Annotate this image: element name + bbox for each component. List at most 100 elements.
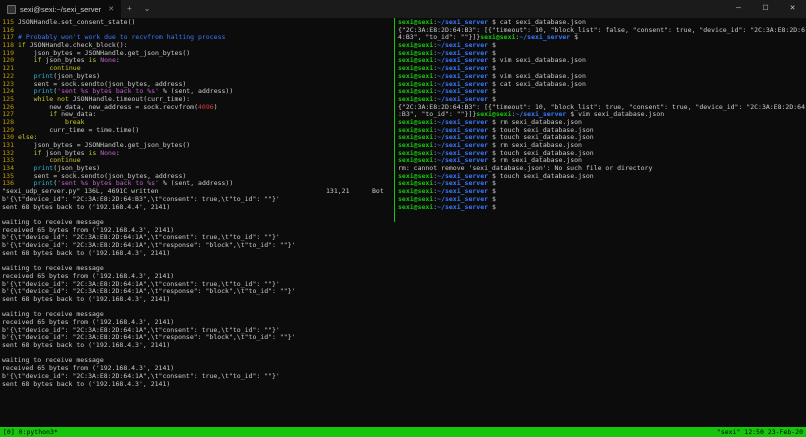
vim-pane[interactable]: 115 JSONHandle.set_consent_state() 116 117 #… (2, 19, 392, 197)
vim-code-line: 118 if JSONHandle.check_block(): (2, 42, 392, 50)
text-segment: JSONHandle.check_block(): (29, 42, 128, 50)
tmux-clock: "sexi" 12:50 23-Feb-20 (716, 428, 803, 436)
text-segment: ~/sexi_server (437, 57, 489, 65)
text-segment: sexi@sexi (398, 57, 434, 65)
text-segment: $ (488, 57, 500, 65)
shell-line: sexi@sexi:~/sexi_server $ (398, 96, 805, 104)
vim-code-line: 126 new_data, new_address = sock.recvfro… (2, 104, 392, 112)
shell-line: sexi@sexi:~/sexi_server $ touch sexi_dat… (398, 150, 805, 158)
text-segment: (json_bytes) (53, 165, 101, 173)
line-number: 131 (2, 142, 14, 149)
shell-line: {"2C:3A:E8:2D:64:B3": [{"timeout": 10, "… (398, 27, 805, 35)
text-segment: sexi@sexi (398, 118, 434, 126)
text-segment: sexi@sexi (398, 88, 434, 96)
line-number: 128 (2, 118, 14, 126)
line-number: 135 (2, 172, 14, 180)
shell-line: sexi@sexi:~/sexi_server $ cat sexi_datab… (398, 81, 805, 89)
text-segment: print (33, 180, 54, 188)
text-segment: ~/sexi_server (437, 149, 489, 157)
text-segment: json_bytes = JSONHandle.get_json_bytes() (18, 49, 191, 57)
text-segment: touch sexi_database.json (499, 134, 594, 142)
text-segment: if (18, 42, 30, 50)
text-segment: json_bytes (45, 149, 89, 157)
text-segment: $ (488, 157, 500, 165)
server-output-line: waiting to receive message (2, 311, 104, 319)
server-output-line: received 65 bytes from ('192.168.4.3', 2… (2, 319, 175, 326)
shell-line: sexi@sexi:~/sexi_server $ (398, 50, 805, 58)
server-output-line: sent 68 bytes back to ('192.168.4.3', 21… (2, 342, 171, 350)
text-segment: if (33, 149, 46, 157)
server-output-line: waiting to receive message (2, 265, 104, 273)
text-segment: print (33, 88, 54, 96)
vim-scroll-indicator: Bot (372, 188, 384, 196)
text-segment: if (33, 57, 46, 65)
line-number: 119 (2, 49, 14, 57)
new-tab-button[interactable]: + (121, 0, 138, 18)
text-segment: ~/sexi_server (437, 65, 489, 73)
text-segment (18, 73, 34, 80)
text-segment: sexi@sexi (398, 172, 434, 180)
text-segment: 4:B3", "to_id": ""}]} (398, 34, 481, 42)
text-segment: sexi@sexi (476, 111, 512, 119)
text-segment: ) (213, 103, 218, 111)
text-segment: ~/sexi_server (437, 80, 489, 88)
server-output-line (2, 211, 802, 219)
terminal-tab[interactable]: sexi@sexi:~/sexi_server ✕ (0, 0, 122, 18)
text-segment: json_bytes = JSONHandle.get_json_bytes() (18, 142, 191, 149)
text-segment (18, 165, 34, 172)
tab-close-icon[interactable]: ✕ (108, 5, 114, 13)
text-segment (18, 119, 65, 126)
text-segment: sexi@sexi (398, 126, 434, 134)
text-segment: is (88, 57, 101, 65)
text-segment: $ (570, 34, 582, 42)
server-output-line: sent 68 bytes back to ('192.168.4.4', 21… (2, 203, 171, 211)
server-output-line: b'{\t"device_id": "2C:3A:E8:2D:64:1A",\t… (2, 234, 280, 242)
shell-line: sexi@sexi:~/sexi_server $ rm sexi_databa… (398, 142, 805, 150)
shell-line: sexi@sexi:~/sexi_server $ rm sexi_databa… (398, 119, 805, 127)
text-segment: JSONHandle.timeout(curr_time): (72, 95, 191, 103)
server-output-pane[interactable]: b'{\t"device_id": "2C:3A:E8:2D:64:B3",\t… (2, 196, 802, 424)
line-number: 129 (2, 126, 14, 134)
text-segment: sexi@sexi (398, 149, 434, 157)
vim-code-line: 128 break (2, 119, 392, 127)
server-output-line: b'{\t"device_id": "2C:3A:E8:2D:64:1A",\t… (2, 280, 280, 288)
server-output-line: waiting to receive message (2, 219, 104, 227)
maximize-button[interactable]: ☐ (752, 0, 779, 18)
server-output-line (2, 258, 802, 266)
text-segment: vim sexi_database.json (578, 111, 665, 119)
tmux-session-window-list[interactable]: [0] 0:python3* (3, 427, 58, 437)
tab-title: sexi@sexi:~/sexi_server (20, 4, 102, 14)
tab-dropdown-icon[interactable]: ⌄ (138, 0, 157, 18)
text-segment: ~/sexi_server (437, 95, 489, 103)
shell-line: sexi@sexi:~/sexi_server $ (398, 65, 805, 73)
server-output-line: sent 68 bytes back to ('192.168.4.3', 21… (2, 249, 171, 257)
window-controls: ─ ☐ ✕ (725, 0, 806, 18)
text-segment: $ (488, 88, 500, 96)
text-segment: JSONHandle.set_consent_state() (18, 19, 136, 26)
text-segment: while not (33, 95, 73, 103)
text-segment: None (100, 57, 116, 65)
text-segment: $ (488, 172, 500, 180)
shell-pane[interactable]: sexi@sexi:~/sexi_server $ cat sexi_datab… (398, 19, 805, 216)
shell-line: rm: cannot remove 'sexi_database.json': … (398, 165, 805, 173)
text-segment: ~/sexi_server (437, 157, 489, 165)
text-segment: rm sexi_database.json (499, 118, 582, 126)
text-segment: $ (488, 80, 500, 88)
terminal-icon (7, 4, 16, 14)
server-output-line: sent 68 bytes back to ('192.168.4.3', 21… (2, 295, 171, 303)
text-segment: json_bytes (45, 57, 89, 65)
text-segment: % (sent, address)) (158, 180, 234, 188)
close-button[interactable]: ✕ (779, 0, 806, 18)
text-segment: ~/sexi_server (437, 72, 489, 80)
text-segment: cat sexi_database.json (499, 19, 586, 26)
pane-divider (394, 18, 395, 222)
minimize-button[interactable]: ─ (725, 0, 752, 18)
text-segment: % (sent, address)) (158, 88, 234, 96)
text-segment: # Probably won't work due to recvfrom ha… (18, 34, 226, 42)
text-segment: if (49, 111, 62, 119)
vim-code-line: 122 print(json_bytes) (2, 73, 392, 81)
text-segment: sexi@sexi (398, 180, 434, 188)
text-segment: (json_bytes) (53, 72, 101, 80)
shell-line: sexi@sexi:~/sexi_server $ vim sexi_datab… (398, 73, 805, 81)
text-segment: print (33, 165, 54, 173)
